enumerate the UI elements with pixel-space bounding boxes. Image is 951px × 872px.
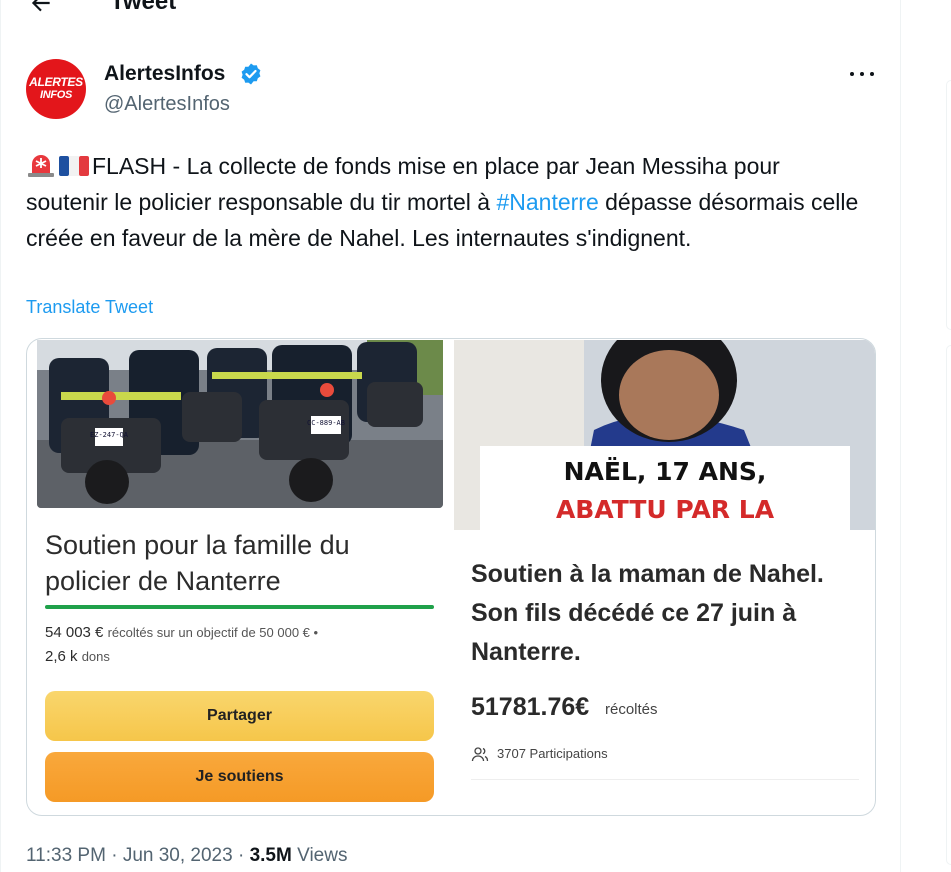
left-amount-note: récoltés sur un objectif de 50 000 € • xyxy=(107,625,319,640)
overlay-headline-2: ABATTU PAR LA xyxy=(556,495,775,524)
support-button[interactable]: Je soutiens xyxy=(45,752,434,802)
column-border-left xyxy=(0,0,1,872)
tweet-text: FLASH - La collecte de fonds mise en pla… xyxy=(26,148,866,256)
fundraiser-progress-bar xyxy=(45,605,434,609)
left-fundraiser-title: Soutien pour la famille du policier de N… xyxy=(45,530,350,596)
right-amount-label: récoltés xyxy=(605,701,658,718)
verified-badge-icon xyxy=(241,63,261,85)
avatar-logo-text-2: INFOS xyxy=(39,89,73,101)
left-amount: 54 003 € xyxy=(45,624,104,641)
participants-count: 3707 Participations xyxy=(497,746,608,761)
sidebar-card-edge xyxy=(946,345,951,865)
right-fundraiser-title: Soutien à la maman de Nahel. Son fils dé… xyxy=(471,560,824,666)
left-donations-label: dons xyxy=(81,649,110,664)
right-divider xyxy=(471,779,859,780)
nahel-photo[interactable]: NAËL, 17 ANS, ABATTU PAR LA xyxy=(454,340,876,530)
left-donations-count: 2,6 k xyxy=(45,648,78,665)
siren-emoji-icon xyxy=(28,155,54,177)
avatar[interactable]: ALERTES INFOS xyxy=(26,59,86,119)
tweet-media[interactable]: EZ-247-QA CC-889-AB Soutien pour la fami… xyxy=(26,338,876,816)
translate-tweet-link[interactable]: Translate Tweet xyxy=(26,297,153,318)
author-name[interactable]: AlertesInfos xyxy=(104,62,225,86)
views-label: Views xyxy=(297,845,348,866)
overlay-headline-1: NAËL, 17 ANS, xyxy=(564,456,767,486)
page-header: Tweet xyxy=(0,0,900,26)
right-amount: 51781.76€ xyxy=(471,693,590,721)
meta-separator: · xyxy=(111,845,118,866)
back-arrow-icon[interactable] xyxy=(28,0,54,16)
license-plate-1: EZ-247-QA xyxy=(90,431,129,439)
avatar-logo-text-1: ALERTES xyxy=(29,75,83,89)
page-title: Tweet xyxy=(110,0,177,15)
france-flag-emoji-icon xyxy=(59,156,89,176)
police-motorcycles-photo[interactable]: EZ-247-QA CC-889-AB xyxy=(37,340,443,508)
share-button[interactable]: Partager xyxy=(45,691,434,741)
participants-icon xyxy=(471,747,489,762)
left-collected-line: 54 003 € récoltés sur un objectif de 50 … xyxy=(45,624,318,641)
author-handle[interactable]: @AlertesInfos xyxy=(104,93,230,116)
left-donations-line: 2,6 k dons xyxy=(45,648,110,665)
meta-separator: · xyxy=(237,845,245,866)
license-plate-2: CC-889-AB xyxy=(307,419,345,427)
tweet-date[interactable]: Jun 30, 2023 xyxy=(123,845,233,866)
hashtag-link[interactable]: #Nanterre xyxy=(496,189,598,215)
views-count: 3.5M xyxy=(249,845,292,866)
tweet-meta: 11:33 PM · Jun 30, 2023 · 3.5M Views xyxy=(26,845,347,867)
more-options-icon[interactable] xyxy=(848,64,876,84)
tweet-time[interactable]: 11:33 PM xyxy=(26,845,106,866)
sidebar-card-edge xyxy=(946,80,951,330)
column-border-right xyxy=(900,0,901,872)
